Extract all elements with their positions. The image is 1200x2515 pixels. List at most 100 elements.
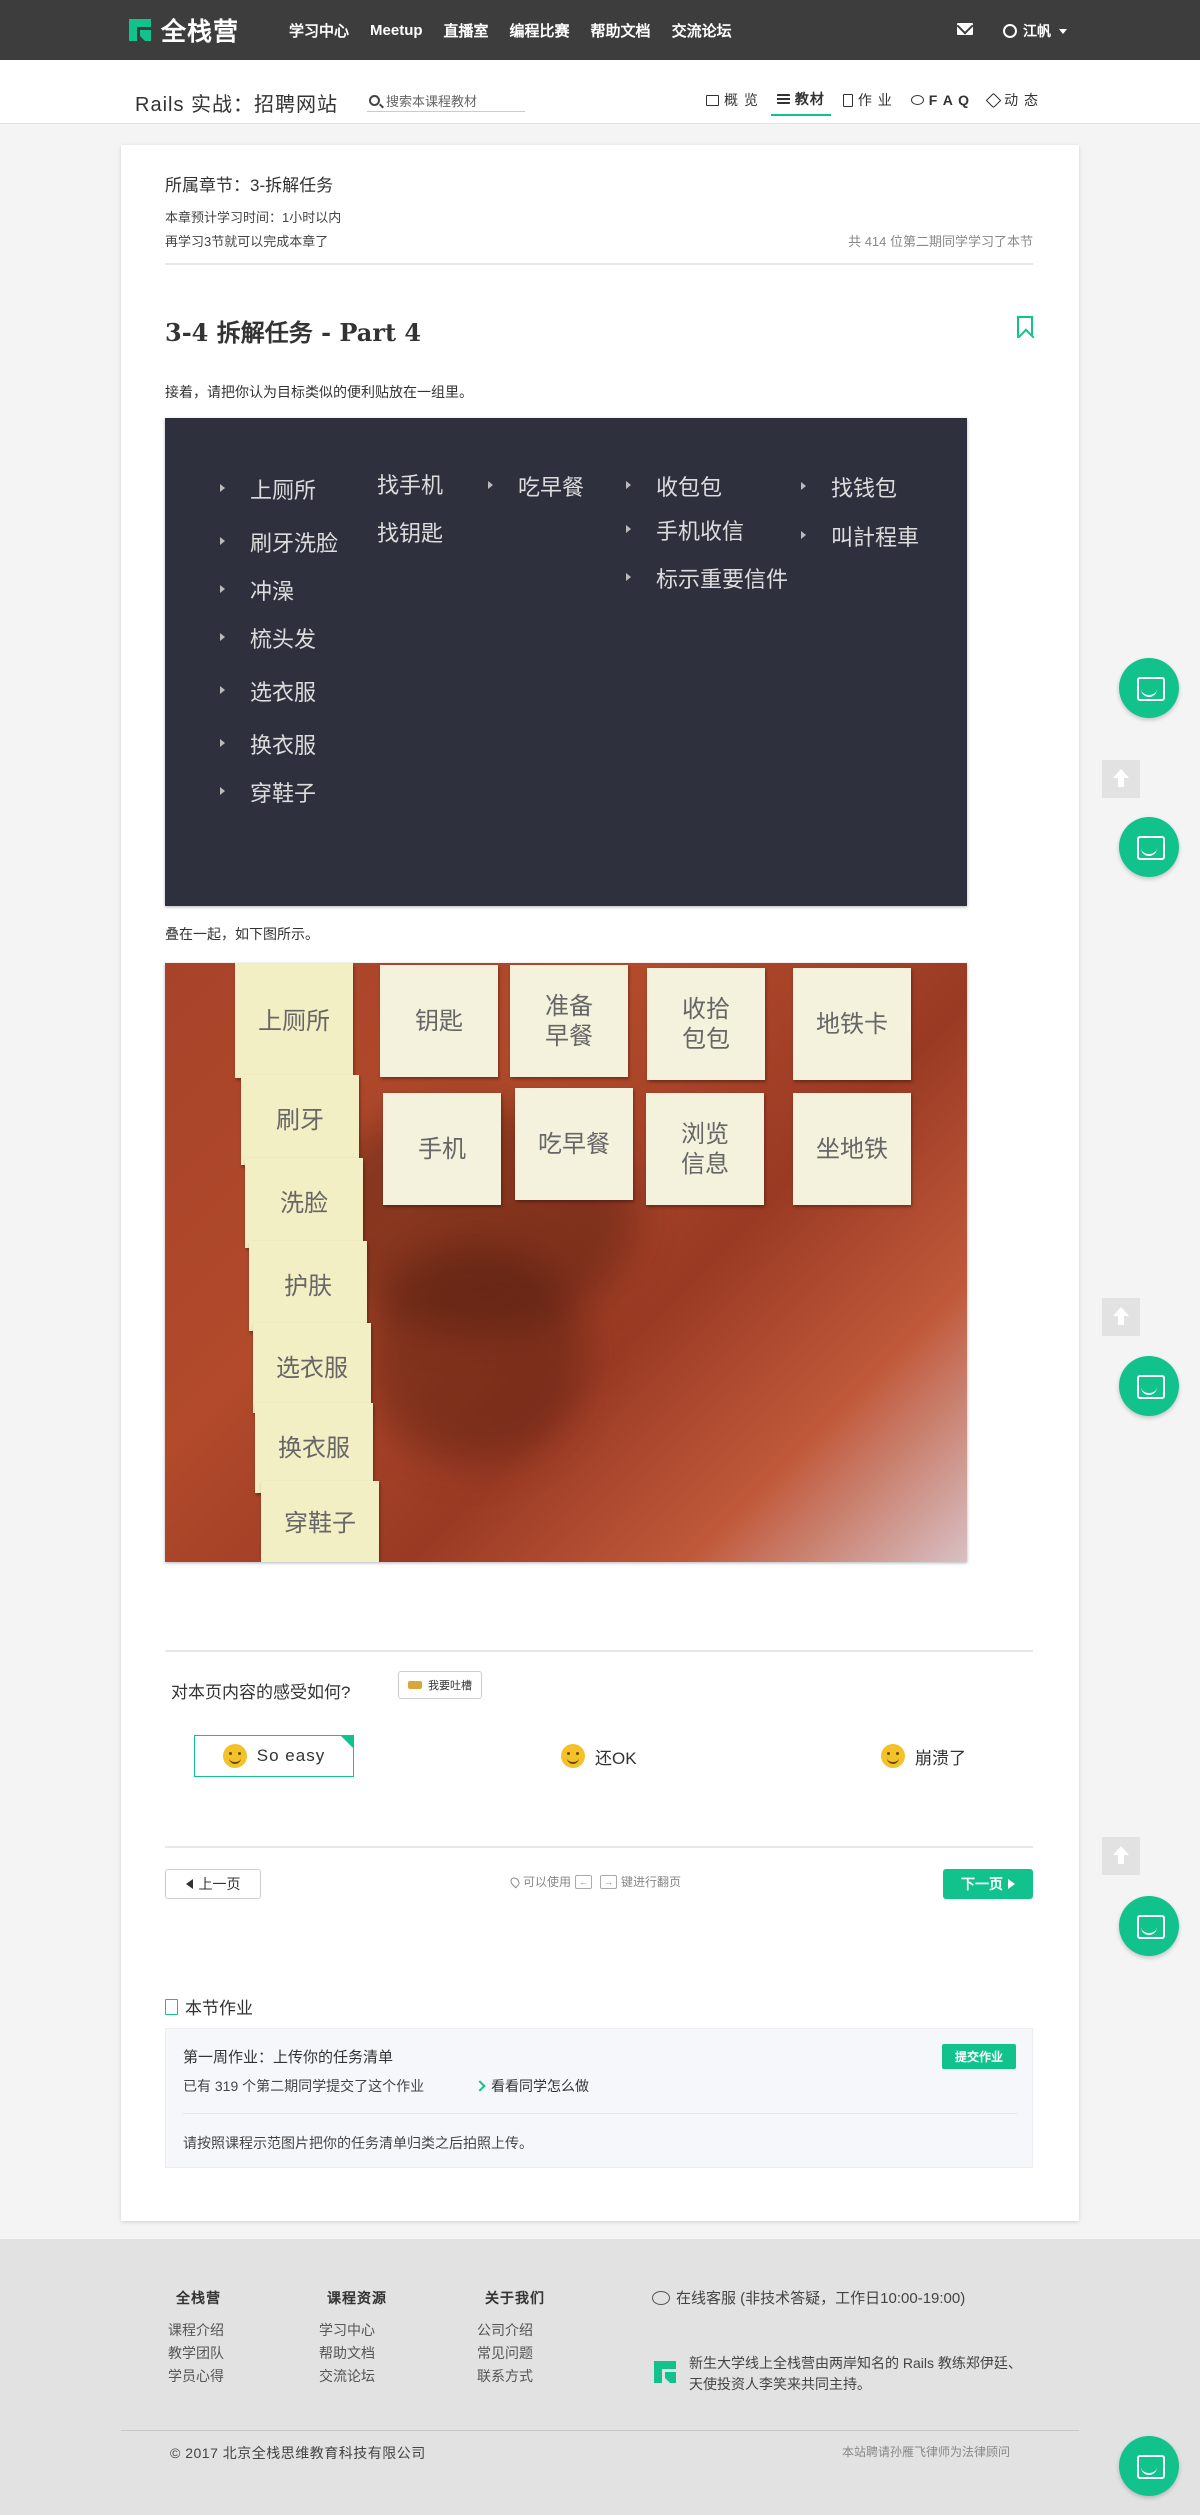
task-item: 标示重要信件 [626,562,788,602]
footer-link[interactable]: 学员心得 [168,2365,224,2388]
brand-name: 全栈营 [161,18,240,46]
footer-column-about-camp: 全栈营 课程介绍 教学团队 学员心得 [168,2288,224,2388]
sticky-note: 选衣服 [253,1323,371,1413]
chevron-right-icon [474,2080,486,2092]
prev-page-button[interactable]: 上一页 [165,1869,261,1899]
feedback-option-label: 还OK [595,1748,637,1768]
divider [165,1846,1033,1848]
feedback-option-easy[interactable]: So easy [194,1735,354,1777]
list-icon [776,94,790,104]
divider [183,2113,1017,2114]
tab-homework[interactable]: 作 业 [837,84,899,116]
footer-column-title: 关于我们 [485,2290,545,2306]
task-item: 选衣服 [220,675,338,728]
nav-link-learning-center[interactable]: 学习中心 [289,20,349,41]
photo-shadow [365,1243,585,1463]
tab-materials-label: 教材 [794,91,825,107]
feedback-question: 对本页内容的感受如何? [171,1683,351,1702]
user-name: 江帆 [1023,23,1051,39]
see-classmates-link[interactable]: 看看同学怎么做 [474,2076,589,2096]
tab-homework-label: 作 业 [857,92,893,108]
next-page-label: 下一页 [961,1876,1003,1892]
tab-faq[interactable]: F A Q [905,84,976,116]
sticky-note: 地铁卡 [793,968,911,1080]
complain-button[interactable]: 我要吐槽 [398,1671,482,1699]
course-search[interactable]: 搜索本课程教材 [367,90,525,112]
footer-link[interactable]: 帮助文档 [319,2342,387,2365]
chapter-label: 所属章节：3-拆解任务 [165,176,334,195]
footer-link[interactable]: 常见问题 [477,2342,545,2365]
nav-link-meetup[interactable]: Meetup [370,22,423,39]
chapter-time: 本章预计学习时间：1小时以内 [165,210,342,225]
sticky-note: 准备 早餐 [510,965,628,1077]
tab-activity[interactable]: 动 态 [982,84,1045,116]
course-title[interactable]: Rails 实战：招聘网站 [135,88,338,117]
tags-icon [985,92,1002,108]
back-to-top-button[interactable] [1102,760,1140,798]
file-icon [165,1998,178,2015]
task-item: 吃早餐 [488,470,584,510]
chat-float-button[interactable] [1119,658,1179,718]
bookmark-icon[interactable] [1017,316,1033,338]
crying-emoji-icon [881,1744,905,1768]
main-nav: 学习中心 Meetup 直播室 编程比赛 帮助文档 交流论坛 [289,0,753,60]
feedback-option-ok[interactable]: 还OK [561,1735,637,1777]
online-service[interactable]: 在线客服 (非技术答疑，工作日10:00-19:00) [652,2287,965,2308]
footer-link[interactable]: 交流论坛 [319,2365,387,2388]
task-column-1: 上厕所 刷牙洗脸 冲澡 梳头发 选衣服 换衣服 穿鞋子 [220,473,338,816]
submit-homework-button[interactable]: 提交作业 [942,2044,1016,2069]
nav-link-live-room[interactable]: 直播室 [444,20,489,41]
feedback-option-crash[interactable]: 崩溃了 [881,1735,966,1777]
task-column-3: 吃早餐 [488,470,584,510]
user-icon [1003,24,1017,38]
brand-logo-icon [654,2361,676,2383]
footer-link[interactable]: 联系方式 [477,2365,545,2388]
user-menu[interactable]: 江帆 [1003,21,1067,41]
sticky-note: 穿鞋子 [261,1481,379,1562]
sticky-note: 坐地铁 [793,1093,911,1205]
task-item: 收包包 [626,470,788,514]
nav-link-forum[interactable]: 交流论坛 [672,20,732,41]
footer-link[interactable]: 课程介绍 [168,2319,224,2342]
sticky-note: 洗脸 [245,1158,363,1248]
footer-link[interactable]: 教学团队 [168,2342,224,2365]
footer-link[interactable]: 学习中心 [319,2319,387,2342]
task-item: 冲澡 [220,574,338,622]
footer-link[interactable]: 公司介绍 [477,2319,545,2342]
back-to-top-button[interactable] [1102,1298,1140,1336]
task-item: 穿鞋子 [220,776,338,816]
brand-logo[interactable]: 全栈营 [125,14,239,46]
footer-column-title: 全栈营 [176,2290,221,2306]
sticky-note: 上厕所 [235,963,353,1078]
back-to-top-button[interactable] [1102,1837,1140,1875]
next-page-button[interactable]: 下一页 [943,1869,1033,1899]
chapter-remaining: 再学习3节就可以完成本章了 [165,234,329,249]
nav-link-help-docs[interactable]: 帮助文档 [591,20,651,41]
lesson-paragraph: 叠在一起，如下图所示。 [165,927,319,943]
feedback-option-label: 崩溃了 [915,1748,966,1768]
homework-description: 请按照课程示范图片把你的任务清单归类之后拍照上传。 [183,2135,533,2151]
brand-logo-icon [129,19,151,41]
sticky-note: 刷牙 [241,1075,359,1165]
online-service-label: 在线客服 (非技术答疑，工作日10:00-19:00) [676,2290,966,2307]
mail-icon[interactable] [957,23,973,35]
footer-column-about-us: 关于我们 公司介绍 常见问题 联系方式 [477,2288,545,2388]
task-item: 刷牙洗脸 [220,526,338,574]
chat-float-button[interactable] [1119,2436,1179,2496]
search-input[interactable]: 搜索本课程教材 [386,91,477,110]
tab-overview-label: 概 览 [724,92,759,108]
top-navbar: 全栈营 学习中心 Meetup 直播室 编程比赛 帮助文档 交流论坛 江帆 [0,0,1200,60]
feedback-option-label: So easy [256,1746,326,1765]
right-key-icon: → [600,1874,618,1889]
chat-float-button[interactable] [1119,817,1179,877]
course-tabs: 概 览 教材 作 业 F A Q 动 态 [700,84,1051,116]
task-column-4: 收包包 手机收信 标示重要信件 [626,470,788,602]
task-item: 上厕所 [220,473,338,526]
chat-float-button[interactable] [1119,1356,1179,1416]
chat-float-button[interactable] [1119,1896,1179,1956]
tab-materials[interactable]: 教材 [770,84,831,116]
tab-overview[interactable]: 概 览 [700,84,765,116]
homework-name[interactable]: 第一周作业：上传你的任务清单 [183,2046,393,2067]
keyboard-hint: 可以使用 ← → 键进行翻页 [508,1873,681,1890]
nav-link-contest[interactable]: 编程比赛 [510,20,570,41]
